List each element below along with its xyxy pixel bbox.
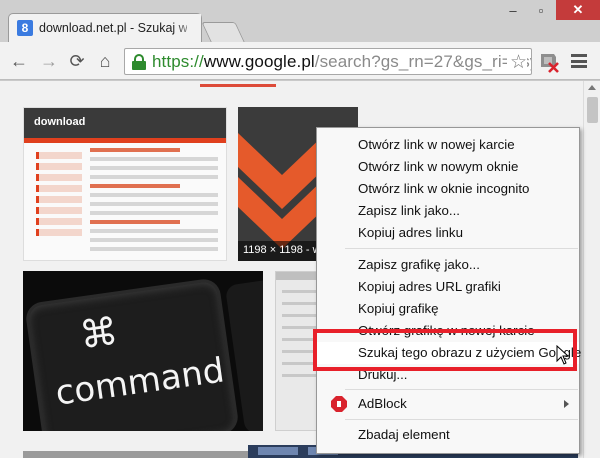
back-button[interactable]: ←	[8, 50, 30, 72]
url-scheme: https://	[152, 51, 204, 71]
url-path: /search?gs_rn=27&gs_ri=psy-a	[314, 51, 532, 71]
tab-title: download.net.pl - Szukaj w	[39, 21, 187, 35]
scroll-up-arrow-icon[interactable]	[588, 85, 596, 90]
bookmark-star-icon[interactable]: ☆	[506, 51, 527, 74]
menu-item-open-link-incognito[interactable]: Otwórz link w oknie incognito	[317, 178, 579, 200]
lock-icon[interactable]	[131, 53, 147, 70]
submenu-arrow-icon	[564, 400, 569, 408]
google-favicon-icon: 8	[17, 20, 33, 36]
chrome-menu-icon[interactable]	[570, 52, 588, 70]
result-thumbnail-bottom-left[interactable]	[23, 451, 253, 458]
tab-download-net-pl[interactable]: 8 download.net.pl - Szukaj w	[8, 13, 202, 42]
menu-item-adblock[interactable]: AdBlock	[317, 393, 579, 415]
command-key-label: command	[53, 350, 227, 414]
browser-toolbar: ← → ⟳ ⌂ https://www.google.pl/search?gs_…	[0, 42, 600, 80]
title-bar: 8 download.net.pl - Szukaj w – ▫ ✕	[0, 0, 600, 42]
close-window-button[interactable]: ✕	[556, 0, 600, 20]
home-button[interactable]: ⌂	[94, 50, 116, 72]
reload-button[interactable]: ⟳	[66, 50, 88, 72]
menu-item-copy-link-address[interactable]: Kopiuj adres linku	[317, 222, 579, 244]
menu-item-save-link-as[interactable]: Zapisz link jako...	[317, 200, 579, 222]
menu-item-adblock-label: AdBlock	[358, 396, 407, 411]
menu-item-copy-image[interactable]: Kopiuj grafikę	[317, 298, 579, 320]
minimize-button[interactable]: –	[500, 0, 526, 20]
active-tab-indicator	[200, 84, 276, 87]
menu-item-copy-image-url[interactable]: Kopiuj adres URL grafiki	[317, 276, 579, 298]
menu-separator	[345, 419, 578, 420]
command-key: ⌘ command	[27, 280, 237, 431]
page-scrollbar[interactable]	[583, 81, 600, 458]
adblock-stop-sign-icon	[331, 396, 347, 412]
address-bar[interactable]: https://www.google.pl/search?gs_rn=27&gs…	[124, 48, 532, 75]
menu-item-save-image-as[interactable]: Zapisz grafikę jako...	[317, 254, 579, 276]
mouse-cursor-icon	[556, 345, 570, 365]
forward-button[interactable]: →	[38, 50, 60, 72]
scroll-thumb[interactable]	[587, 97, 598, 123]
context-menu: Otwórz link w nowej karcie Otwórz link w…	[316, 127, 581, 454]
tab-title-fade	[173, 14, 201, 42]
download-logo: download	[34, 116, 86, 128]
menu-item-open-link-new-tab[interactable]: Otwórz link w nowej karcie	[317, 134, 579, 156]
new-tab-button[interactable]	[201, 22, 245, 42]
menu-item-open-link-new-window[interactable]: Otwórz link w nowym oknie	[317, 156, 579, 178]
menu-separator	[345, 389, 578, 390]
adblock-toolbar-icon[interactable]	[538, 51, 560, 73]
url-host: www.google.pl	[203, 51, 315, 71]
menu-separator	[345, 248, 578, 249]
result-thumbnail-download[interactable]: download	[23, 107, 227, 261]
menu-item-inspect-element[interactable]: Zbadaj element	[317, 424, 579, 446]
result-thumbnail-command-key[interactable]: ⌘ command	[23, 271, 263, 431]
command-symbol-icon: ⌘	[76, 308, 121, 358]
maximize-button[interactable]: ▫	[528, 0, 554, 20]
highlight-box	[313, 329, 577, 371]
url-text: https://www.google.pl/search?gs_rn=27&gs…	[152, 51, 532, 72]
